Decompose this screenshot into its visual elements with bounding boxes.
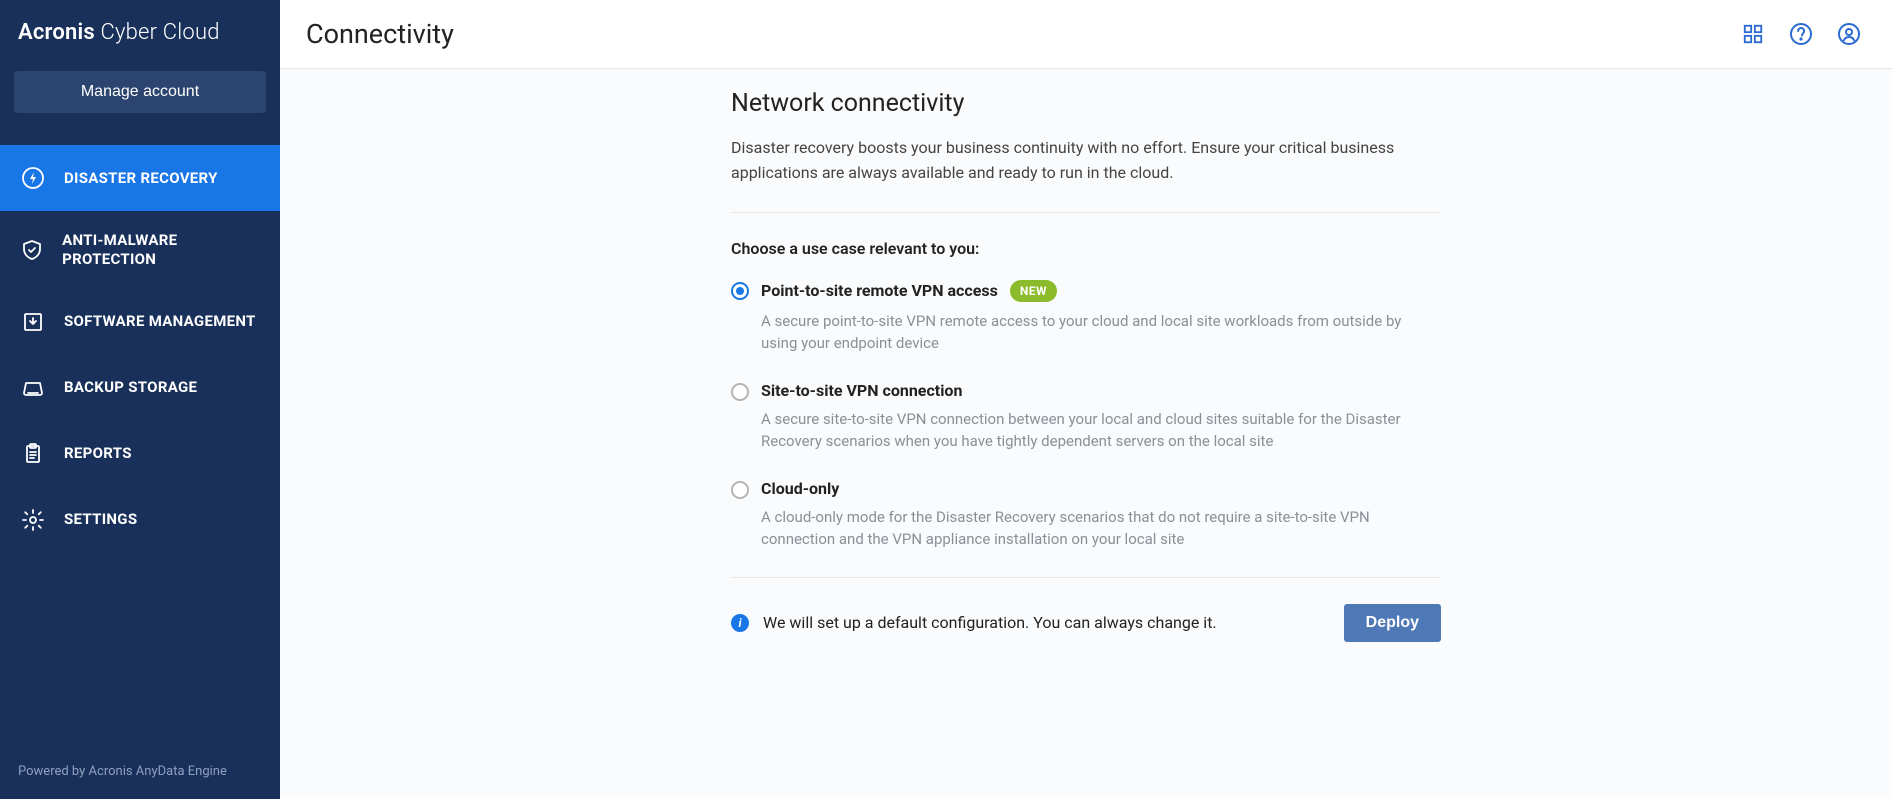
topbar-actions [1740, 21, 1862, 47]
option-desc: A secure point-to-site VPN remote access… [761, 310, 1441, 355]
bolt-circle-icon [20, 165, 46, 191]
sidebar-item-backup-storage[interactable]: BACKUP STORAGE [0, 355, 280, 421]
sidebar-item-label: SOFTWARE MANAGEMENT [64, 312, 256, 331]
choose-prompt: Choose a use case relevant to you: [731, 239, 1441, 258]
clipboard-icon [20, 441, 46, 467]
disk-icon [20, 375, 46, 401]
divider [731, 577, 1441, 578]
download-box-icon [20, 309, 46, 335]
divider [731, 212, 1441, 213]
radio-button[interactable] [731, 481, 749, 499]
gear-icon [20, 507, 46, 533]
account-icon[interactable] [1836, 21, 1862, 47]
sidebar-item-reports[interactable]: REPORTS [0, 421, 280, 487]
section-heading: Network connectivity [731, 89, 1441, 118]
option-list: Point-to-site remote VPN accessNEW A secu… [731, 280, 1441, 551]
sidebar-footer-text: Powered by Acronis AnyData Engine [0, 748, 280, 799]
shield-check-icon [20, 237, 44, 263]
option-desc: A secure site-to-site VPN connection bet… [761, 408, 1441, 453]
section-intro: Disaster recovery boosts your business c… [731, 136, 1441, 186]
sidebar-item-settings[interactable]: SETTINGS [0, 487, 280, 553]
radio-button[interactable] [731, 282, 749, 300]
sidebar-nav: DISASTER RECOVERY ANTI-MALWARE PROTECTION… [0, 145, 280, 748]
option-site-to-site-vpn-connection[interactable]: Site-to-site VPN connection A secure site… [731, 381, 1441, 453]
page-title: Connectivity [306, 18, 454, 50]
option-point-to-site-remote-vpn-access[interactable]: Point-to-site remote VPN accessNEW A secu… [731, 280, 1441, 355]
info-icon: i [731, 614, 749, 632]
radio-button[interactable] [731, 383, 749, 401]
sidebar-item-label: SETTINGS [64, 510, 137, 529]
topbar: Connectivity [280, 0, 1892, 69]
option-title: Cloud-only [761, 479, 1441, 498]
deploy-button[interactable]: Deploy [1344, 604, 1441, 642]
option-title: Site-to-site VPN connection [761, 381, 1441, 400]
help-icon[interactable] [1788, 21, 1814, 47]
sidebar-item-label: BACKUP STORAGE [64, 378, 197, 397]
sidebar-item-software-management[interactable]: SOFTWARE MANAGEMENT [0, 289, 280, 355]
sidebar-item-disaster-recovery[interactable]: DISASTER RECOVERY [0, 145, 280, 211]
content-panel: Network connectivity Disaster recovery b… [721, 89, 1451, 642]
option-title: Point-to-site remote VPN accessNEW [761, 280, 1441, 302]
sidebar: Acronis Cyber Cloud Manage account DISAS… [0, 0, 280, 799]
sidebar-item-label: ANTI-MALWARE PROTECTION [62, 231, 260, 269]
sidebar-item-anti-malware-protection[interactable]: ANTI-MALWARE PROTECTION [0, 211, 280, 289]
sidebar-item-label: REPORTS [64, 444, 132, 463]
footer-note: We will set up a default configuration. … [763, 613, 1217, 632]
new-badge: NEW [1010, 280, 1057, 302]
manage-account-button[interactable]: Manage account [14, 71, 266, 113]
brand-logo: Acronis Cyber Cloud [0, 0, 280, 71]
apps-icon[interactable] [1740, 21, 1766, 47]
footer-row: i We will set up a default configuration… [731, 604, 1441, 642]
option-cloud-only[interactable]: Cloud-only A cloud-only mode for the Disa… [731, 479, 1441, 551]
sidebar-item-label: DISASTER RECOVERY [64, 169, 218, 188]
main-area: Connectivity Network connectivity Disast… [280, 0, 1892, 799]
option-desc: A cloud-only mode for the Disaster Recov… [761, 506, 1441, 551]
